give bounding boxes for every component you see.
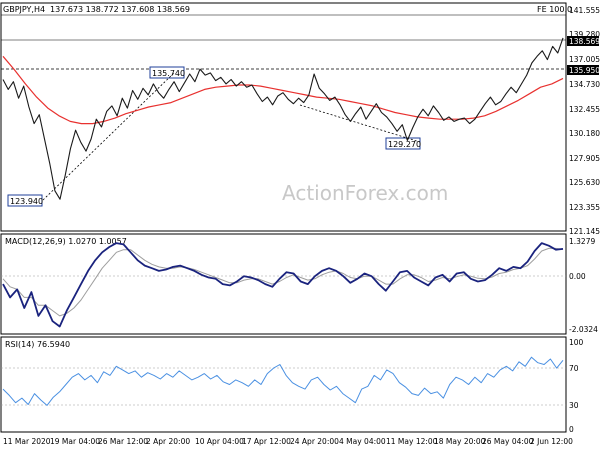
time-label-10: 18 May 20:00 [434, 437, 486, 446]
annotation-mid-low: 129.270 [388, 140, 421, 149]
watermark: ActionForex.com [282, 181, 448, 205]
macd-tick-bottom: -2.0324 [569, 325, 598, 334]
time-label-6: 17 Apr 12:00 [242, 437, 291, 446]
rsi-tick-30: 30 [569, 401, 579, 410]
support-trendline [42, 71, 176, 201]
macd-series-layer [2, 242, 564, 328]
macd-title: MACD(12,26,9) 1.0270 1.0057 [5, 237, 127, 246]
ohlc-readout: 137.673 138.772 137.608 138.569 [50, 5, 190, 14]
time-label-5: 10 Apr 04:00 [195, 437, 244, 446]
rsi-title: RSI(14) 76.5940 [5, 340, 70, 349]
time-label-11: 26 May 04:00 [482, 437, 534, 446]
annotation-low: 123.940 [10, 197, 43, 206]
fe-label: FE 100.0 [537, 5, 572, 14]
price-series-layer [2, 37, 564, 200]
annotation-high: 135.740 [152, 69, 185, 78]
price-tick-9: 123.355 [569, 203, 600, 212]
price-tick-1: 141.555 [569, 6, 600, 15]
instrument-label: GBPJPY,H4 [3, 5, 45, 14]
time-label-1: 11 Mar 2020 [3, 437, 51, 446]
price-tick-8: 125.630 [569, 178, 600, 187]
resistance-label: 135.950 [569, 66, 600, 75]
time-label-3: 26 Mar 12:00 [98, 437, 148, 446]
price-tick-10: 121.145 [569, 227, 600, 236]
time-axis: 11 Mar 2020 19 Mar 04:00 26 Mar 12:00 2 … [3, 437, 573, 446]
time-label-12: 2 Jun 12:00 [530, 437, 573, 446]
time-label-7: 24 Apr 20:00 [290, 437, 339, 446]
price-tick-3: 137.005 [569, 55, 600, 64]
declining-trendline [299, 104, 421, 143]
macd-panel-frame [0, 233, 567, 335]
time-label-2: 19 Mar 04:00 [50, 437, 100, 446]
rsi-tick-0: 0 [569, 425, 574, 434]
time-label-9: 11 May 12:00 [386, 437, 438, 446]
macd-tick-zero: 0.00 [569, 272, 586, 281]
chart-canvas: ActionForex.com GBPJPY,H4 137.673 138.77… [0, 2, 600, 446]
price-tick-4: 134.730 [569, 80, 600, 89]
rsi-series-layer [2, 356, 564, 406]
rsi-panel-frame [0, 336, 567, 433]
price-tick-7: 127.905 [569, 154, 600, 163]
time-label-4: 2 Apr 20:00 [146, 437, 190, 446]
last-price-label: 138.569 [569, 37, 600, 46]
macd-line [2, 242, 564, 328]
rsi-line [2, 356, 564, 406]
rsi-tick-70: 70 [569, 364, 579, 373]
price-tick-6: 130.180 [569, 129, 600, 138]
price-line [2, 37, 564, 200]
time-label-8: 4 May 04:00 [339, 437, 386, 446]
macd-tick-top: 1.3279 [569, 237, 595, 246]
price-tick-5: 132.455 [569, 105, 600, 114]
rsi-tick-100: 100 [569, 338, 584, 347]
